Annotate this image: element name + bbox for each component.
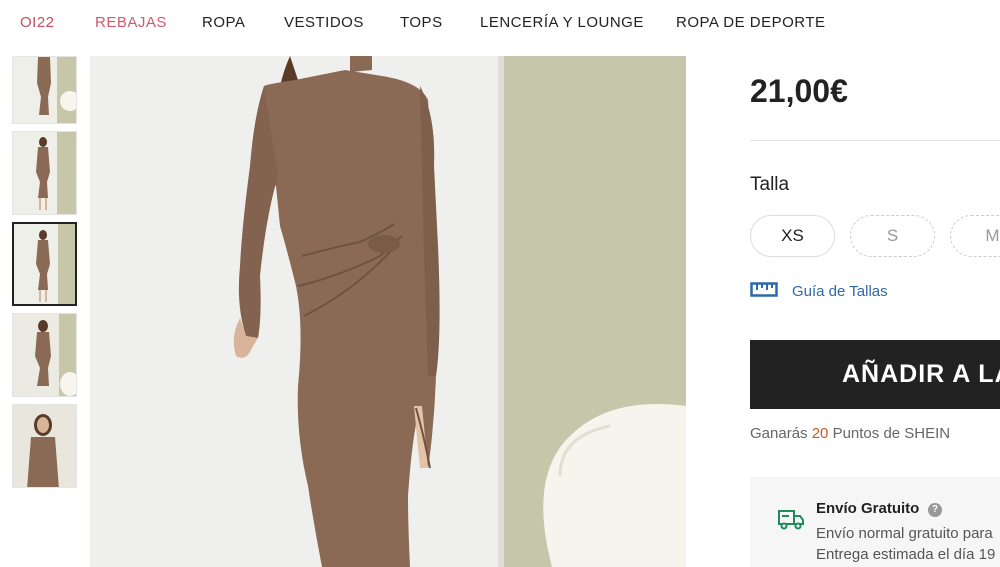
ruler-icon (750, 280, 778, 303)
nav-item-vestidos[interactable]: VESTIDOS (284, 14, 364, 31)
top-navigation: OI22 REBAJAS ROPA VESTIDOS TOPS LENCERÍA… (0, 0, 1000, 46)
nav-item-ropa-deporte[interactable]: ROPA DE DEPORTE (676, 14, 825, 31)
main-product-photo[interactable] (90, 56, 686, 567)
thumbnail-4[interactable] (12, 313, 77, 397)
divider (750, 140, 1000, 141)
size-guide-label: Guía de Tallas (792, 282, 888, 300)
points-info: Ganarás 20 Puntos de SHEIN (750, 425, 950, 442)
points-value: 20 (811, 425, 829, 442)
size-guide-link[interactable]: Guía de Tallas (750, 280, 888, 302)
size-option-m[interactable]: M (950, 215, 1000, 257)
nav-item-lenceria-lounge[interactable]: LENCERÍA Y LOUNGE (480, 14, 644, 31)
thumbnail-1[interactable] (12, 56, 77, 124)
thumbnail-3[interactable] (12, 222, 77, 306)
nav-item-ropa[interactable]: ROPA (202, 14, 245, 31)
points-prefix: Ganarás (750, 425, 808, 442)
shipping-line-1: Envío normal gratuito para (816, 525, 993, 542)
shipping-title: Envío Gratuito (816, 500, 920, 517)
question-icon[interactable]: ? (928, 503, 942, 517)
points-suffix: Puntos de SHEIN (832, 425, 951, 442)
nav-item-rebajas[interactable]: REBAJAS (95, 14, 167, 31)
shipping-line-2: Entrega estimada el día 19 (816, 546, 996, 563)
thumbnail-2[interactable] (12, 131, 77, 215)
size-option-s[interactable]: S (850, 215, 935, 257)
truck-icon (777, 507, 805, 536)
shipping-info-box: Envío Gratuito ? Envío normal gratuito p… (750, 477, 1000, 567)
nav-item-oi22[interactable]: OI22 (20, 14, 55, 31)
nav-item-tops[interactable]: TOPS (400, 14, 443, 31)
add-to-cart-button[interactable]: AÑADIR A LA CESTA (750, 340, 1000, 409)
thumbnail-5[interactable] (12, 404, 77, 488)
size-option-xs[interactable]: XS (750, 215, 835, 257)
product-price: 21,00€ (750, 73, 848, 109)
size-title: Talla (750, 174, 790, 195)
